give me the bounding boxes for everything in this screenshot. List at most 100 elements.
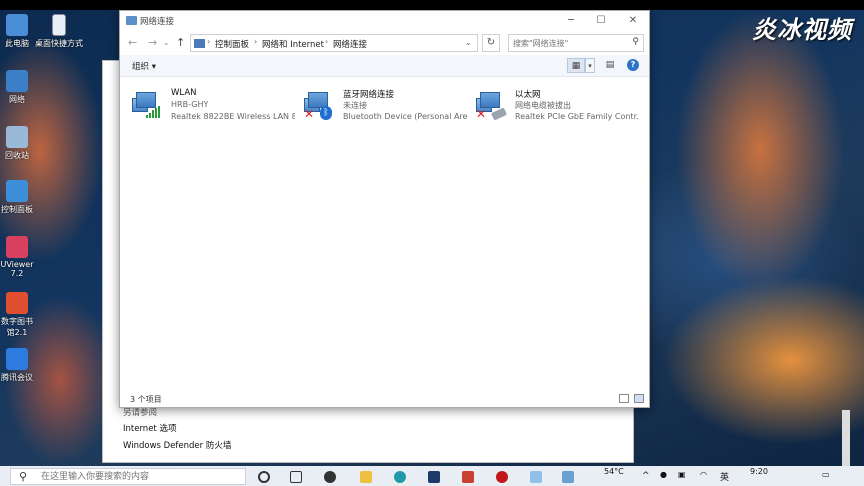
chevron-right-icon: › <box>254 37 258 46</box>
desktop-icon-shortcut[interactable]: 桌面快捷方式 <box>30 14 88 49</box>
chevron-up-icon[interactable]: ^ <box>642 471 650 481</box>
help-button[interactable]: ? <box>627 59 639 71</box>
chevron-down-icon[interactable]: ⌄ <box>465 38 472 47</box>
scrollbar[interactable] <box>842 410 850 466</box>
address-bar[interactable]: › 控制面板 › 网络和 Internet › 网络连接 ⌄ <box>190 34 478 52</box>
network-cable-icon <box>490 107 508 121</box>
network-icon <box>6 70 28 92</box>
wlan-adapter-icon <box>132 90 164 120</box>
large-icons-view-icon[interactable] <box>634 394 644 403</box>
disconnected-x-icon: ✕ <box>476 107 487 121</box>
connection-item-ethernet[interactable]: ✕ 以太网 网络电缆被拔出 Realtek PCIe GbE Family Co… <box>468 86 639 126</box>
task-view-icon[interactable] <box>290 471 302 483</box>
desktop-icon-digital-library[interactable]: 数字图书馆2.1 <box>0 292 34 338</box>
maximize-button[interactable]: ☐ <box>586 13 616 29</box>
network-folder-icon <box>126 16 137 25</box>
bluetooth-adapter-icon: ✕ ᛒ <box>304 90 336 120</box>
breadcrumb-control-panel[interactable]: 控制面板 <box>215 38 249 50</box>
tray-app-icon[interactable]: ● <box>660 470 667 479</box>
signal-strength-icon <box>146 106 160 118</box>
search-box[interactable]: ⚲ <box>508 34 644 52</box>
ethernet-adapter-icon: ✕ <box>476 90 508 121</box>
desktop-icon-label: 腾讯会议 <box>1 373 33 382</box>
connection-name: 蓝牙网络连接 <box>343 90 395 100</box>
breadcrumb-network-internet[interactable]: 网络和 Internet <box>262 38 324 50</box>
recorder-icon[interactable] <box>496 471 508 483</box>
refresh-button[interactable]: ↻ <box>482 34 500 52</box>
desktop-icon-label: UViewer 7.2 <box>0 260 34 278</box>
taskbar-search-input[interactable] <box>41 470 241 484</box>
item-count: 3 个项目 <box>130 395 162 404</box>
windows-defender-firewall-link[interactable]: Windows Defender 防火墙 <box>123 439 231 451</box>
connection-device: Bluetooth Device (Personal Are... <box>343 112 467 121</box>
forward-button[interactable]: → <box>148 36 157 49</box>
wifi-icon[interactable]: ◠ <box>700 470 707 479</box>
desktop-icon-label: 控制面板 <box>1 205 33 214</box>
disconnected-x-icon: ✕ <box>304 107 315 121</box>
uviewer-icon <box>6 236 28 258</box>
desktop-icon-this-pc[interactable]: 此电脑 <box>0 14 34 49</box>
chevron-right-icon: › <box>207 37 211 46</box>
tray-app-icon[interactable]: ▣ <box>678 470 686 479</box>
close-button[interactable]: ✕ <box>618 13 648 29</box>
file-explorer-icon[interactable] <box>360 471 372 483</box>
preview-pane-button[interactable]: ▤ <box>602 58 618 73</box>
connection-device: Realtek 8822BE Wireless LAN 8... <box>171 112 295 121</box>
internet-options-link[interactable]: Internet 选项 <box>123 422 176 434</box>
details-view-icon[interactable] <box>619 394 629 403</box>
connection-item-wlan[interactable]: WLAN HRB-GHY Realtek 8822BE Wireless LAN… <box>124 86 295 126</box>
network-connections-window: 网络连接 ─ ☐ ✕ ← → ⌄ ↑ › 控制面板 › 网络和 Internet… <box>119 10 650 408</box>
notifications-icon[interactable]: ▭ <box>822 470 830 479</box>
powerpoint-icon[interactable] <box>462 471 474 483</box>
photoshop-icon[interactable] <box>428 471 440 483</box>
chevron-right-icon: › <box>325 37 329 46</box>
desktop-icon-uviewer[interactable]: UViewer 7.2 <box>0 236 34 278</box>
input-language[interactable]: 英 <box>720 470 729 483</box>
organize-menu[interactable]: 组织 ▾ <box>132 60 156 72</box>
connection-name: WLAN <box>171 88 197 98</box>
connection-status: 网络电缆被拔出 <box>515 101 571 110</box>
clock-time[interactable]: 9:20 <box>750 467 768 476</box>
breadcrumb-network-connections[interactable]: 网络连接 <box>333 38 367 50</box>
change-view-button[interactable]: ▦ <box>567 58 585 73</box>
network-connections-taskbar-icon[interactable] <box>530 471 542 483</box>
back-button[interactable]: ← <box>128 36 137 49</box>
cortana-icon[interactable] <box>258 471 270 483</box>
recent-locations-button[interactable]: ⌄ <box>163 38 170 47</box>
recycle-bin-icon <box>6 126 28 148</box>
search-icon: ⚲ <box>19 470 28 483</box>
search-icon: ⚲ <box>632 37 639 47</box>
file-shortcut-icon <box>52 14 66 36</box>
title-bar[interactable]: 网络连接 ─ ☐ ✕ <box>120 11 649 31</box>
up-button[interactable]: ↑ <box>176 36 185 49</box>
computer-icon <box>6 14 28 36</box>
window-title: 网络连接 <box>140 17 175 27</box>
bluetooth-icon: ᛒ <box>320 106 332 120</box>
status-bar: 3 个项目 <box>120 391 649 407</box>
desktop-icon-label: 网络 <box>9 95 25 104</box>
fan-app-icon[interactable] <box>324 471 336 483</box>
minimize-button[interactable]: ─ <box>556 13 586 29</box>
cpu-temperature: 54°C <box>604 467 624 476</box>
taskbar-search-box[interactable]: ⚲ <box>10 468 246 485</box>
letterbox <box>0 0 864 10</box>
edge-icon[interactable] <box>394 471 406 483</box>
desktop-icon-tencent-meeting[interactable]: 腾讯会议 <box>0 348 34 383</box>
command-bar: 组织 ▾ ▦ ▾ ▤ ? <box>120 55 649 77</box>
connection-item-bluetooth[interactable]: ✕ ᛒ 蓝牙网络连接 未连接 Bluetooth Device (Persona… <box>296 86 467 126</box>
connection-device: Realtek PCIe GbE Family Contr... <box>515 112 639 121</box>
connection-status: HRB-GHY <box>171 100 209 109</box>
connections-list: WLAN HRB-GHY Realtek 8822BE Wireless LAN… <box>120 78 649 392</box>
video-watermark: 炎冰视频 <box>752 16 852 44</box>
taskbar: ⚲ 54°C ^ ● ▣ ◠ 英 9:20 ▭ <box>0 466 864 486</box>
desktop-icon-label: 回收站 <box>5 151 29 160</box>
app-icon[interactable] <box>562 471 574 483</box>
tencent-meeting-icon <box>6 348 28 370</box>
desktop-icon-network[interactable]: 网络 <box>0 70 34 105</box>
desktop-icon-recycle-bin[interactable]: 回收站 <box>0 126 34 161</box>
search-input[interactable] <box>509 35 621 51</box>
desktop-icon-label: 此电脑 <box>5 39 29 48</box>
control-panel-icon <box>194 39 205 48</box>
view-options-dropdown[interactable]: ▾ <box>585 58 595 73</box>
desktop-icon-control-panel[interactable]: 控制面板 <box>0 180 34 215</box>
